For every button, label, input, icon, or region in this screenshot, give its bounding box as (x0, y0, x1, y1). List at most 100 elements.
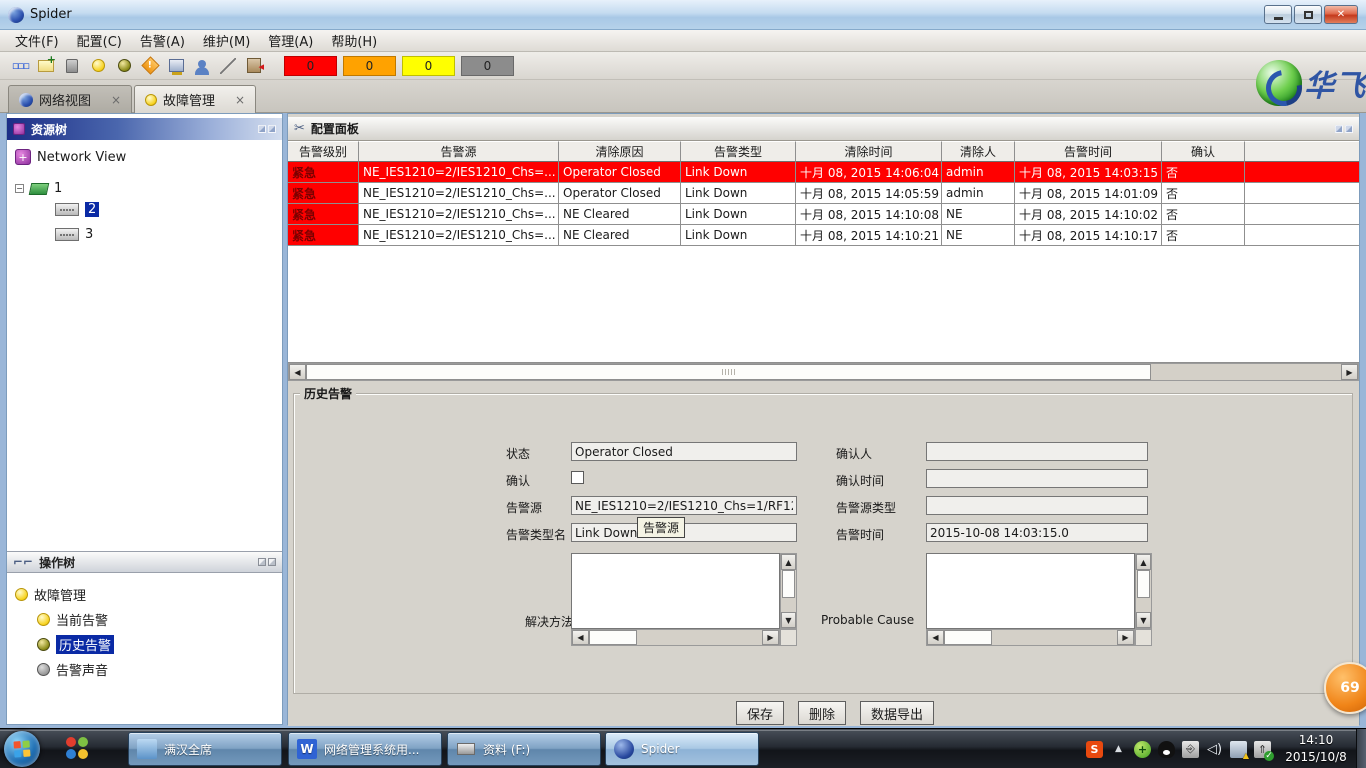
ack-time-field[interactable] (926, 469, 1148, 488)
exit-icon[interactable] (244, 56, 264, 76)
expand-icon[interactable] (258, 125, 266, 133)
network-status-icon[interactable] (1230, 741, 1247, 758)
minimize-button[interactable] (1264, 5, 1292, 24)
empty-cell[interactable] (1245, 225, 1359, 246)
column-header[interactable]: 清除时间 (796, 141, 942, 162)
save-button[interactable]: 保存 (736, 701, 784, 725)
close-button[interactable]: ✕ (1324, 5, 1358, 24)
history-alarm-icon[interactable] (114, 56, 134, 76)
ack-cell[interactable]: 否 (1162, 183, 1245, 204)
menu-manage[interactable]: 管理(A) (259, 29, 322, 52)
empty-cell[interactable] (1245, 183, 1359, 204)
sogou-icon[interactable]: S (1086, 741, 1103, 758)
column-header[interactable]: 告警级别 (288, 141, 359, 162)
tree-node-network-view[interactable]: + Network View (13, 146, 128, 168)
scroll-down-icon[interactable]: ▼ (781, 612, 796, 628)
clear-time-cell[interactable]: 十月 08, 2015 14:10:08 (796, 204, 942, 225)
scroll-left-icon[interactable]: ◀ (572, 630, 589, 645)
solution-textarea[interactable] (571, 553, 780, 629)
alarm-source-cell[interactable]: NE_IES1210=2/IES1210_Chs=... (359, 204, 559, 225)
expand-icon[interactable] (258, 558, 266, 566)
new-view-icon[interactable] (36, 56, 56, 76)
column-header[interactable]: 告警类型 (681, 141, 796, 162)
severity-cell[interactable]: 紧急 (288, 204, 359, 225)
scroll-right-icon[interactable]: ▶ (1341, 364, 1358, 380)
menu-maintain[interactable]: 维护(M) (194, 29, 259, 52)
qq-icon[interactable] (1158, 741, 1175, 758)
column-header[interactable]: 告警时间 (1015, 141, 1162, 162)
alarm-time-cell[interactable]: 十月 08, 2015 14:03:15 (1015, 162, 1162, 183)
horizontal-scrollbar[interactable]: ◀ ▶ (926, 629, 1135, 646)
alarm-source-cell[interactable]: NE_IES1210=2/IES1210_Chs=... (359, 183, 559, 204)
scroll-right-icon[interactable]: ▶ (1117, 630, 1134, 645)
start-button[interactable] (4, 731, 40, 767)
horizontal-scrollbar[interactable]: ◀ ▶ (571, 629, 780, 646)
tab-close-icon[interactable]: × (111, 93, 121, 107)
clear-user-cell[interactable]: NE (942, 204, 1015, 225)
tab-close-icon[interactable]: × (235, 93, 245, 107)
column-header[interactable]: 确认 (1162, 141, 1245, 162)
collapse-icon[interactable] (268, 125, 276, 133)
scrollbar-thumb[interactable] (782, 570, 795, 598)
ack-cell[interactable]: 否 (1162, 225, 1245, 246)
taskbar-button-spider[interactable]: Spider (605, 732, 759, 766)
scroll-left-icon[interactable]: ◀ (289, 364, 306, 380)
ack-checkbox[interactable] (571, 471, 584, 484)
collapse-expander-icon[interactable]: − (15, 184, 24, 193)
show-hidden-icons-arrow[interactable]: ▲ (1110, 741, 1127, 758)
usb-safely-remove-icon[interactable]: ⇑ (1254, 741, 1271, 758)
column-header[interactable]: 清除原因 (559, 141, 681, 162)
table-row[interactable]: 紧急 NE_IES1210=2/IES1210_Chs=... Operator… (288, 162, 1359, 183)
clear-user-cell[interactable]: NE (942, 225, 1015, 246)
scrollbar-thumb[interactable] (944, 630, 992, 645)
menu-help[interactable]: 帮助(H) (322, 29, 386, 52)
ack-user-field[interactable] (926, 442, 1148, 461)
status-field[interactable] (571, 442, 797, 461)
scroll-up-icon[interactable]: ▲ (781, 554, 796, 570)
tree-node-fault-management[interactable]: 故障管理 (13, 582, 116, 607)
scrollbar-thumb[interactable] (306, 364, 1151, 380)
scrollbar-thumb[interactable] (589, 630, 637, 645)
empty-cell[interactable] (1245, 162, 1359, 183)
tab-network-view[interactable]: 网络视图 × (8, 85, 132, 113)
table-row[interactable]: 紧急 NE_IES1210=2/IES1210_Chs=... Operator… (288, 183, 1359, 204)
show-desktop-button[interactable] (1356, 729, 1366, 768)
table-row[interactable]: 紧急 NE_IES1210=2/IES1210_Chs=... NE Clear… (288, 225, 1359, 246)
collapse-icon[interactable] (268, 558, 276, 566)
clear-time-cell[interactable]: 十月 08, 2015 14:10:21 (796, 225, 942, 246)
360safe-icon[interactable]: + (1134, 741, 1151, 758)
alarm-time-cell[interactable]: 十月 08, 2015 14:01:09 (1015, 183, 1162, 204)
tree-node-alarm-sound[interactable]: 告警声音 (35, 657, 116, 682)
alarm-type-cell[interactable]: Link Down (681, 162, 796, 183)
menu-config[interactable]: 配置(C) (68, 29, 131, 52)
alarm-source-field[interactable] (571, 496, 797, 515)
alarm-time-cell[interactable]: 十月 08, 2015 14:10:17 (1015, 225, 1162, 246)
column-header[interactable]: 清除人 (942, 141, 1015, 162)
clear-time-cell[interactable]: 十月 08, 2015 14:05:59 (796, 183, 942, 204)
user-manage-icon[interactable] (166, 56, 186, 76)
clear-reason-cell[interactable]: NE Cleared (559, 204, 681, 225)
pinned-app-icon[interactable] (66, 737, 90, 761)
table-horizontal-scrollbar[interactable]: ◀ ▶ (288, 363, 1359, 381)
alarm-type-cell[interactable]: Link Down (681, 204, 796, 225)
restore-button[interactable] (1294, 5, 1322, 24)
severity-cell[interactable]: 紧急 (288, 225, 359, 246)
link-tool-icon[interactable] (218, 56, 238, 76)
delete-icon[interactable] (62, 56, 82, 76)
alarm-source-type-field[interactable] (926, 496, 1148, 515)
scroll-left-icon[interactable]: ◀ (927, 630, 944, 645)
alarm-type-cell[interactable]: Link Down (681, 225, 796, 246)
column-header[interactable]: 告警源 (359, 141, 559, 162)
probable-cause-textarea[interactable] (926, 553, 1135, 629)
scroll-right-icon[interactable]: ▶ (762, 630, 779, 645)
scroll-up-icon[interactable]: ▲ (1136, 554, 1151, 570)
clear-reason-cell[interactable]: NE Cleared (559, 225, 681, 246)
device-plug-icon[interactable]: ⎆ (1182, 741, 1199, 758)
alarm-time-field[interactable] (926, 523, 1148, 542)
current-alarm-icon[interactable] (88, 56, 108, 76)
tab-fault-management[interactable]: 故障管理 × (134, 85, 256, 113)
collapse-icon[interactable] (1345, 125, 1353, 133)
user-icon[interactable] (192, 56, 212, 76)
clear-reason-cell[interactable]: Operator Closed (559, 162, 681, 183)
tree-node-group[interactable]: − 1 (13, 178, 128, 199)
